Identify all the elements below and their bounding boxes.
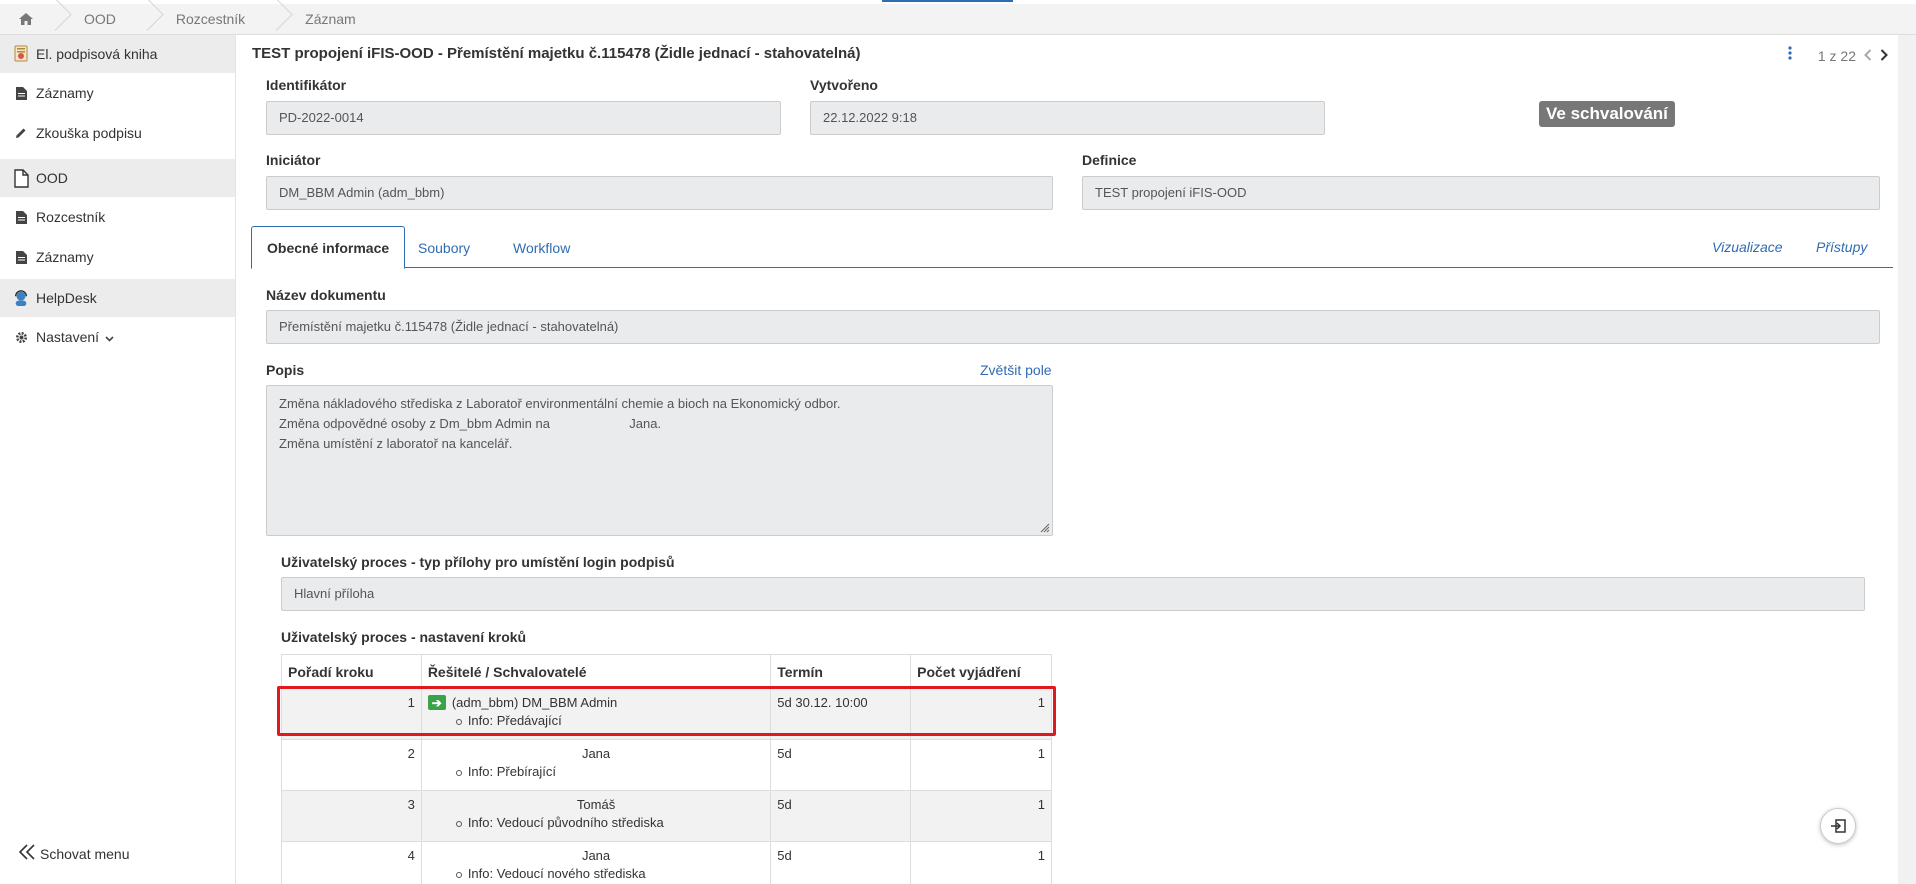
exit-fullscreen-button[interactable] (1820, 808, 1856, 844)
arrow-right-icon: ➔ (427, 695, 446, 710)
tab-vizualizace[interactable]: Vizualizace (1712, 239, 1783, 255)
column-header: Počet vyjádření (910, 654, 1052, 689)
bullet-icon (455, 871, 462, 878)
document-icon (13, 250, 29, 264)
popis-textarea[interactable]: Změna nákladového střediska z Laboratoř … (266, 385, 1053, 536)
home-icon (19, 13, 33, 25)
step-order-link[interactable]: 4 (281, 841, 422, 884)
resolver-cell: Tomáš Info: Vedoucí původního střediska (420, 790, 772, 842)
sidebar-item-rozcestnik[interactable]: Rozcestník (0, 197, 235, 237)
pencil-icon (13, 127, 29, 139)
sidebar-item-nastaveni[interactable]: Nastavení (0, 317, 235, 357)
status-badge: Ve schvalování (1539, 101, 1675, 127)
sign-in-icon (1831, 819, 1846, 833)
breadcrumb-item-zaznam: Záznam (305, 11, 356, 27)
term-cell: 5d (770, 790, 912, 842)
identifikator-field: PD-2022-0014 (266, 101, 781, 135)
bullet-icon (455, 820, 462, 827)
column-header: Řešitelé / Schvalovatelé (420, 654, 772, 689)
chevron-right-icon[interactable] (1880, 48, 1888, 64)
hide-menu-button[interactable]: Schovat menu (18, 843, 130, 864)
steps-table: Pořadí kroku Řešitelé / Schvalovatelé Te… (281, 654, 1052, 884)
column-header: Termín (770, 654, 912, 689)
sidebar-item-zaznamy-ood[interactable]: Záznamy (0, 237, 235, 277)
table-row[interactable]: 1 ➔ (adm_bbm) DM_BBM Admin Info: Předáva… (281, 688, 1052, 740)
vytvoreno-field: 22.12.2022 9:18 (810, 101, 1325, 135)
count-cell: 1 (910, 841, 1052, 884)
definice-label: Definice (1082, 152, 1137, 168)
term-cell: 5d (770, 841, 912, 884)
sidebar-section-ood[interactable]: OOD (0, 159, 235, 197)
vertical-scrollbar[interactable] (1898, 35, 1916, 884)
step-order-link[interactable]: 3 (281, 790, 422, 842)
sidebar-section-el-podpisova-kniha[interactable]: El. podpisová kniha (0, 35, 235, 73)
table-row[interactable]: 4 Jana Info: Vedoucí nového střediska 5d… (281, 841, 1052, 884)
table-row[interactable]: 2 Jana Info: Přebírající 5d 1 (281, 739, 1052, 791)
term-cell: 5d (770, 739, 912, 791)
tab-pristupy[interactable]: Přístupy (1816, 239, 1867, 255)
proces-typ-label: Uživatelský proces - typ přílohy pro umí… (281, 554, 675, 570)
resolver-cell: Jana Info: Vedoucí nového střediska (420, 841, 772, 884)
column-header: Pořadí kroku (281, 654, 422, 689)
certificate-icon (13, 45, 29, 63)
double-chevron-left-icon (18, 843, 36, 864)
sidebar-item-zkouska-podpisu[interactable]: Zkouška podpisu (0, 113, 235, 153)
bullet-icon (455, 769, 462, 776)
term-cell: 5d 30.12. 10:00 (770, 688, 912, 740)
nazev-dokumentu-label: Název dokumentu (266, 287, 386, 303)
sidebar-section-helpdesk[interactable]: HelpDesk (0, 279, 235, 317)
document-icon (13, 86, 29, 100)
table-header-row: Pořadí kroku Řešitelé / Schvalovatelé Te… (281, 654, 1052, 689)
gear-icon (13, 331, 29, 344)
breadcrumb-item-rozcestnik[interactable]: Rozcestník (144, 4, 273, 35)
pager-label: 1 z 22 (1817, 47, 1856, 64)
pager: 1 z 22 (1788, 46, 1888, 65)
tab-soubory[interactable]: Soubory (403, 226, 485, 269)
tab-bar: Obecné informace Soubory Workflow Vizual… (251, 226, 1893, 269)
breadcrumb: OOD Rozcestník Záznam (0, 4, 1916, 35)
step-order-link[interactable]: 2 (281, 739, 422, 791)
iniciator-label: Iniciátor (266, 152, 321, 168)
support-agent-icon (13, 289, 29, 307)
tab-workflow[interactable]: Workflow (498, 226, 585, 269)
count-cell: 1 (910, 688, 1052, 740)
zvetsit-pole-link[interactable]: Zvětšit pole (980, 362, 1052, 378)
tab-obecne-informace[interactable]: Obecné informace (251, 226, 406, 269)
sidebar: El. podpisová kniha Záznamy Zkouška podp… (0, 35, 236, 884)
page-title: TEST propojení iFIS-OOD - Přemístění maj… (252, 45, 861, 62)
loading-indicator (882, 0, 1013, 2)
resolver-cell: ➔ (adm_bbm) DM_BBM Admin Info: Předávají… (420, 688, 772, 740)
iniciator-field: DM_BBM Admin (adm_bbm) (266, 176, 1053, 210)
proces-kroky-label: Uživatelský proces - nastavení kroků (281, 629, 527, 645)
breadcrumb-item-ood[interactable]: OOD (52, 4, 144, 35)
count-cell: 1 (910, 739, 1052, 791)
nazev-dokumentu-field[interactable]: Přemístění majetku č.115478 (Židle jedna… (266, 310, 1880, 344)
definice-field: TEST propojení iFIS-OOD (1082, 176, 1880, 210)
step-order-link[interactable]: 1 (281, 688, 422, 740)
chevron-left-icon[interactable] (1864, 48, 1872, 64)
count-cell: 1 (910, 790, 1052, 842)
more-vertical-icon[interactable] (1788, 46, 1792, 65)
chevron-down-icon (105, 329, 114, 345)
identifikator-label: Identifikátor (266, 77, 347, 93)
bullet-icon (455, 718, 462, 725)
main-content: TEST propojení iFIS-OOD - Přemístění maj… (237, 35, 1916, 884)
popis-label: Popis (266, 362, 305, 378)
vytvoreno-label: Vytvořeno (810, 77, 878, 93)
document-icon (13, 210, 29, 224)
table-row[interactable]: 3 Tomáš Info: Vedoucí původního středisk… (281, 790, 1052, 842)
proces-typ-field[interactable]: Hlavní příloha (281, 577, 1865, 611)
resize-handle-icon[interactable] (1040, 523, 1050, 533)
resolver-cell: Jana Info: Přebírající (420, 739, 772, 791)
sidebar-item-zaznamy[interactable]: Záznamy (0, 73, 235, 113)
file-icon (13, 168, 29, 188)
redacted-text (553, 418, 626, 431)
